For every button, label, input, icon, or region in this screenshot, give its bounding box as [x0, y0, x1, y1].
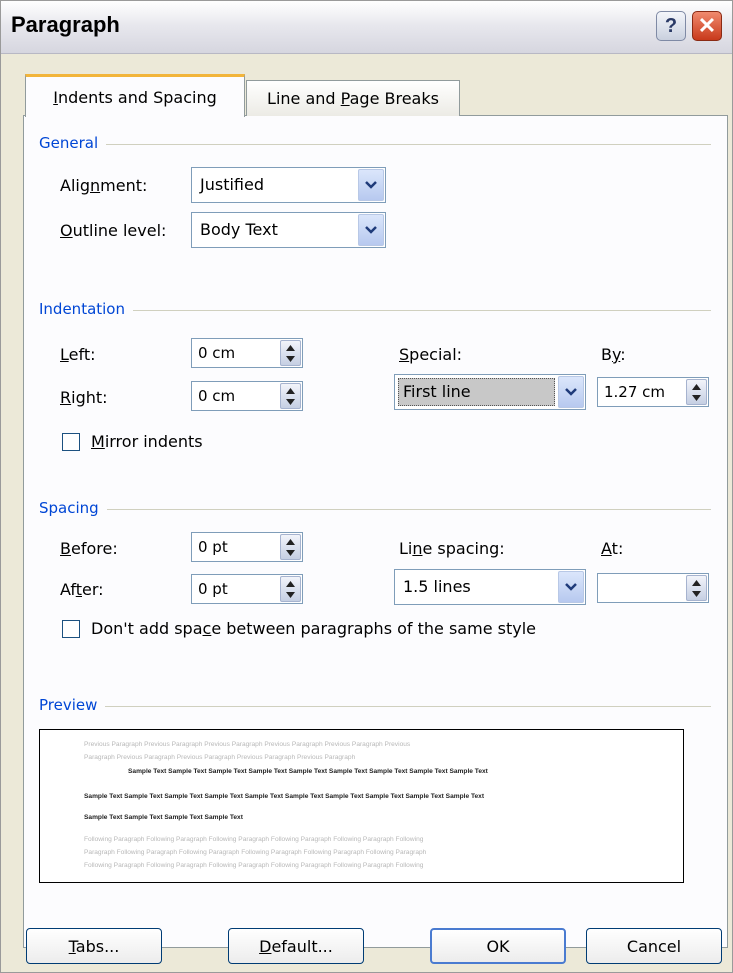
outline-level-value: Body Text [200, 220, 278, 239]
paragraph-dialog: Paragraph ? ✕ Indents and Spacing Line a… [0, 0, 733, 973]
spin-up-icon [692, 580, 701, 586]
line-spacing-value: 1.5 lines [403, 577, 471, 596]
default-button-label: Default... [259, 936, 333, 956]
spacing-divider [39, 509, 711, 510]
left-indent-value: 0 cm [198, 344, 236, 362]
spin-down-icon [286, 399, 295, 405]
after-value: 0 pt [198, 580, 228, 598]
right-indent-label: Right: [60, 388, 108, 407]
ok-button[interactable]: OK [430, 928, 566, 964]
help-icon: ? [664, 14, 678, 37]
dropdown-arrow-button[interactable] [558, 376, 584, 408]
mirror-indents-checkbox[interactable] [62, 433, 80, 451]
indentation-group-title: Indentation [39, 300, 133, 318]
preview-sample-line: Sample Text Sample Text Sample Text Samp… [84, 814, 243, 821]
spacing-group-title: Spacing [39, 499, 107, 517]
default-button[interactable]: Default... [228, 928, 364, 964]
preview-previous-line: Previous Paragraph Previous Paragraph Pr… [84, 741, 411, 748]
spin-buttons[interactable] [280, 534, 301, 560]
cancel-button[interactable]: Cancel [586, 928, 722, 964]
line-spacing-label: Line spacing: [399, 539, 505, 558]
outline-level-dropdown[interactable]: Body Text [191, 212, 386, 248]
at-label: At: [601, 539, 624, 558]
tabs-button-label: Tabs... [68, 936, 120, 956]
at-spinner[interactable] [597, 573, 709, 603]
chevron-down-icon [365, 181, 377, 189]
spin-up-icon [286, 388, 295, 394]
dont-add-space-label[interactable]: Don't add space between paragraphs of th… [91, 619, 536, 638]
alignment-dropdown[interactable]: Justified [191, 167, 386, 203]
spin-down-icon [286, 356, 295, 362]
left-indent-label: Left: [60, 345, 96, 364]
tab-line-and-page-breaks[interactable]: Line and Page Breaks [246, 80, 460, 116]
cancel-button-label: Cancel [626, 936, 682, 956]
after-label: After: [60, 580, 104, 599]
general-divider [39, 144, 711, 145]
dropdown-arrow-button[interactable] [358, 214, 384, 246]
general-group-title: General [39, 134, 107, 152]
preview-previous-line: Paragraph Previous Paragraph Previous Pa… [84, 754, 356, 761]
spin-buttons[interactable] [280, 576, 301, 602]
spin-buttons[interactable] [686, 575, 707, 601]
spin-buttons[interactable] [686, 379, 707, 405]
tab-indents-and-spacing[interactable]: Indents and Spacing [25, 74, 245, 117]
preview-group-title: Preview [39, 696, 106, 714]
before-value: 0 pt [198, 538, 228, 556]
dialog-title: Paragraph [11, 12, 120, 37]
dialog-content: Indents and Spacing Line and Page Breaks… [1, 54, 732, 972]
spin-buttons[interactable] [280, 340, 301, 366]
indentation-divider [39, 310, 711, 311]
outline-level-label: Outline level: [60, 221, 167, 240]
special-value: First line [403, 382, 471, 401]
right-indent-value: 0 cm [198, 387, 236, 405]
preview-following-line: Paragraph Following Paragraph Following … [84, 849, 427, 856]
mirror-indents-label[interactable]: Mirror indents [91, 432, 203, 451]
preview-divider [39, 706, 711, 707]
tab-label: Line and Page Breaks [267, 89, 439, 108]
close-icon: ✕ [697, 13, 717, 38]
chevron-down-icon [565, 583, 577, 591]
before-label: Before: [60, 539, 118, 558]
chevron-down-icon [565, 388, 577, 396]
close-button[interactable]: ✕ [692, 11, 722, 41]
dropdown-arrow-button[interactable] [558, 571, 584, 603]
chevron-down-icon [365, 226, 377, 234]
spin-down-icon [692, 591, 701, 597]
special-label: Special: [399, 345, 463, 364]
spin-buttons[interactable] [280, 383, 301, 409]
spin-up-icon [286, 345, 295, 351]
spin-down-icon [692, 395, 701, 401]
help-button[interactable]: ? [656, 11, 686, 41]
preview-sample-line: Sample Text Sample Text Sample Text Samp… [128, 768, 488, 775]
title-bar[interactable]: Paragraph ? ✕ [1, 1, 732, 54]
tabs-button[interactable]: Tabs... [26, 928, 162, 964]
preview-sample-line: Sample Text Sample Text Sample Text Samp… [84, 793, 485, 800]
by-label: By: [601, 345, 626, 364]
left-indent-spinner[interactable]: 0 cm [191, 338, 303, 368]
spin-down-icon [286, 550, 295, 556]
preview-box: Previous Paragraph Previous Paragraph Pr… [39, 729, 684, 883]
before-spinner[interactable]: 0 pt [191, 532, 303, 562]
by-value: 1.27 cm [604, 383, 666, 401]
dont-add-space-checkbox[interactable] [62, 620, 80, 638]
preview-following-line: Following Paragraph Following Paragraph … [84, 836, 424, 843]
tab-label: Indents and Spacing [53, 87, 217, 107]
special-dropdown[interactable]: First line [394, 374, 586, 410]
dropdown-arrow-button[interactable] [358, 169, 384, 201]
spin-up-icon [692, 384, 701, 390]
by-spinner[interactable]: 1.27 cm [597, 377, 709, 407]
alignment-value: Justified [200, 175, 264, 194]
ok-button-label: OK [486, 936, 510, 956]
after-spinner[interactable]: 0 pt [191, 574, 303, 604]
spin-up-icon [286, 581, 295, 587]
line-spacing-dropdown[interactable]: 1.5 lines [394, 569, 586, 605]
right-indent-spinner[interactable]: 0 cm [191, 381, 303, 411]
spin-down-icon [286, 592, 295, 598]
preview-following-line: Following Paragraph Following Paragraph … [84, 862, 424, 869]
alignment-label: Alignment: [60, 176, 148, 195]
spin-up-icon [286, 539, 295, 545]
